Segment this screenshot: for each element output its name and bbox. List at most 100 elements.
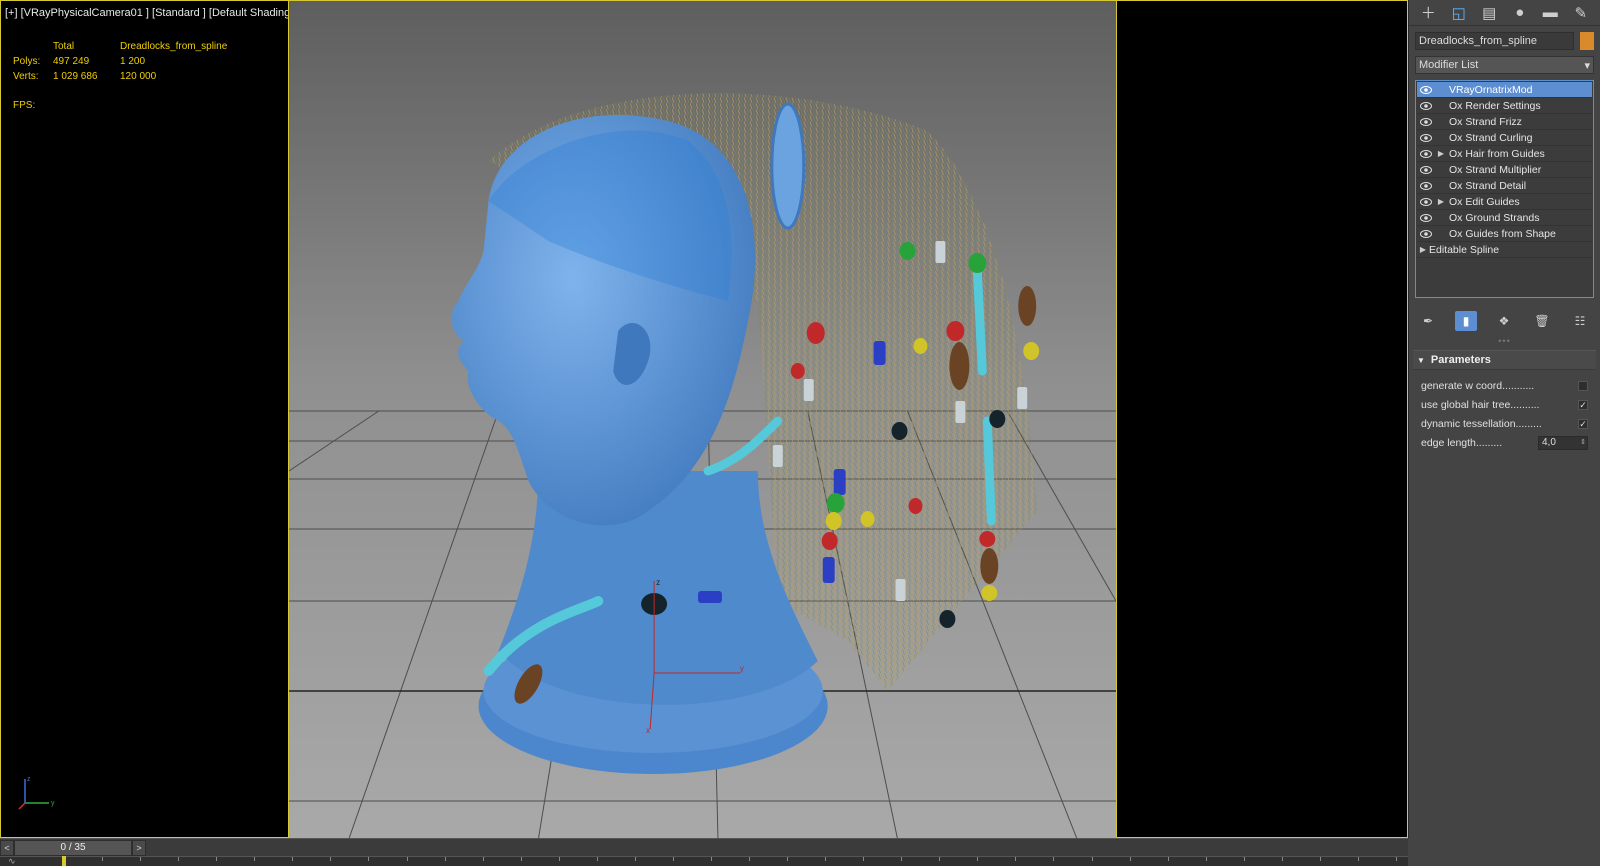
visibility-eye-icon[interactable] bbox=[1417, 117, 1435, 126]
expand-triangle-icon[interactable]: ▶ bbox=[1417, 245, 1429, 254]
modifier-vrayornatrixmod[interactable]: VRayOrnatrixMod bbox=[1417, 82, 1592, 98]
expand-triangle-icon[interactable]: ▶ bbox=[1435, 197, 1447, 206]
parameters-rollout: ▼ Parameters generate w coord...........… bbox=[1413, 350, 1596, 458]
viewport-label[interactable]: [+] [VRayPhysicalCamera01 ] [Standard ] … bbox=[5, 7, 296, 19]
modifier-ox-strand-detail[interactable]: Ox Strand Detail bbox=[1417, 178, 1592, 194]
stats-polys-object: 1 200 bbox=[120, 56, 146, 67]
modifier-ox-ground-strands[interactable]: Ox Ground Strands bbox=[1417, 210, 1592, 226]
track-tick bbox=[520, 857, 522, 861]
remove-modifier-icon[interactable]: 🗑 bbox=[1531, 311, 1553, 331]
pin-stack-icon[interactable]: ✒ bbox=[1417, 311, 1439, 331]
param-use-global-hair-tree-label: use global hair tree.......... bbox=[1421, 398, 1540, 411]
modifier-ox-edit-guides[interactable]: ▶ Ox Edit Guides bbox=[1417, 194, 1592, 210]
stats-header-total: Total bbox=[53, 41, 75, 52]
time-marker[interactable] bbox=[62, 856, 66, 866]
visibility-eye-icon[interactable] bbox=[1417, 165, 1435, 174]
modifier-ox-strand-multiplier[interactable]: Ox Strand Multiplier bbox=[1417, 162, 1592, 178]
track-tick bbox=[1091, 857, 1093, 861]
param-use-global-hair-tree: use global hair tree.......... ✓ bbox=[1421, 395, 1588, 414]
fps-label: FPS: bbox=[13, 100, 36, 111]
object-name-field[interactable]: Dreadlocks_from_spline bbox=[1415, 32, 1574, 50]
param-generate-w-coord: generate w coord........... bbox=[1421, 376, 1588, 395]
visibility-eye-icon[interactable] bbox=[1417, 213, 1435, 222]
track-tick bbox=[1243, 857, 1245, 861]
statistics-overlay: Total Dreadlocks_from_spline Polys: 497 … bbox=[13, 39, 240, 84]
visibility-eye-icon[interactable] bbox=[1417, 197, 1435, 206]
modifier-ox-render-settings[interactable]: Ox Render Settings bbox=[1417, 98, 1592, 114]
stack-toolbar: ✒ ▮ ❖ 🗑 ☷ bbox=[1417, 310, 1600, 332]
stats-verts-total: 1 029 686 bbox=[53, 71, 98, 82]
visibility-eye-icon[interactable] bbox=[1417, 149, 1435, 158]
param-edge-length-label: edge length......... bbox=[1421, 436, 1503, 449]
track-tick bbox=[254, 857, 256, 861]
utilities-icon[interactable]: ✎ bbox=[1569, 2, 1593, 24]
modifier-ox-strand-frizz[interactable]: Ox Strand Frizz bbox=[1417, 114, 1592, 130]
make-unique-icon[interactable]: ❖ bbox=[1493, 311, 1515, 331]
modifier-stack[interactable]: VRayOrnatrixMod Ox Render Settings Ox St… bbox=[1415, 80, 1594, 298]
viewport[interactable]: [+] [VRayPhysicalCamera01 ] [Standard ] … bbox=[0, 0, 1408, 839]
track-tick bbox=[1396, 857, 1397, 861]
svg-text:z: z bbox=[27, 776, 31, 783]
track-tick bbox=[787, 857, 789, 861]
motion-icon[interactable]: ● bbox=[1508, 2, 1532, 24]
expand-triangle-icon[interactable]: ▶ bbox=[1435, 149, 1447, 158]
dynamic-tessellation-checkbox[interactable]: ✓ bbox=[1578, 418, 1588, 429]
time-slider-bar: < 0 / 35 > bbox=[0, 838, 1408, 856]
track-tick bbox=[368, 857, 370, 861]
show-end-result-icon[interactable]: ▮ bbox=[1455, 311, 1477, 331]
param-edge-length: edge length......... 4,0 ⇕ bbox=[1421, 433, 1588, 452]
track-tick bbox=[1053, 857, 1055, 861]
prev-frame-button[interactable]: < bbox=[0, 839, 14, 856]
configure-modifier-sets-icon[interactable]: ☷ bbox=[1569, 311, 1591, 331]
modifier-editable-spline[interactable]: ▶ Editable Spline bbox=[1417, 242, 1592, 258]
next-frame-button[interactable]: > bbox=[132, 839, 146, 856]
create-icon[interactable]: ＋ bbox=[1416, 2, 1440, 24]
camera-safe-frame[interactable]: z y x bbox=[288, 1, 1117, 839]
track-bar[interactable] bbox=[0, 856, 1408, 866]
curve-editor-icon[interactable]: ∿ bbox=[8, 856, 16, 866]
modifier-ox-hair-from-guides[interactable]: ▶ Ox Hair from Guides bbox=[1417, 146, 1592, 162]
modify-icon[interactable]: ◱ bbox=[1447, 2, 1471, 24]
display-icon[interactable]: ▬ bbox=[1538, 2, 1562, 24]
stats-header-object: Dreadlocks_from_spline bbox=[120, 41, 228, 52]
time-slider[interactable]: 0 / 35 bbox=[14, 839, 132, 856]
3d-scene[interactable]: z y x bbox=[289, 1, 1116, 839]
world-axis-tripod-icon: z y bbox=[18, 776, 55, 810]
visibility-eye-icon[interactable] bbox=[1417, 101, 1435, 110]
object-color-swatch[interactable] bbox=[1580, 32, 1594, 50]
visibility-eye-icon[interactable] bbox=[1417, 85, 1435, 94]
spinner-arrows-icon[interactable]: ⇕ bbox=[1579, 437, 1587, 449]
track-tick bbox=[901, 857, 903, 861]
visibility-eye-icon[interactable] bbox=[1417, 229, 1435, 238]
visibility-eye-icon[interactable] bbox=[1417, 133, 1435, 142]
generate-w-coord-checkbox[interactable] bbox=[1578, 380, 1588, 391]
track-tick bbox=[406, 857, 408, 861]
track-tick bbox=[1129, 857, 1131, 861]
visibility-eye-icon[interactable] bbox=[1417, 181, 1435, 190]
param-dynamic-tessellation-label: dynamic tessellation......... bbox=[1421, 417, 1542, 430]
edge-length-spinner[interactable]: 4,0 ⇕ bbox=[1538, 435, 1588, 450]
track-tick bbox=[825, 857, 827, 861]
stats-verts-object: 120 000 bbox=[120, 71, 157, 82]
track-tick bbox=[216, 857, 218, 861]
modifier-list-dropdown[interactable]: Modifier List ▾ bbox=[1415, 56, 1594, 74]
modifier-list-label: Modifier List bbox=[1419, 59, 1479, 71]
command-panel-tabs: ＋ ◱ ▤ ● ▬ ✎ bbox=[1409, 0, 1600, 26]
track-tick bbox=[330, 857, 332, 861]
parameters-rollout-header[interactable]: ▼ Parameters bbox=[1413, 351, 1596, 369]
track-tick bbox=[710, 857, 712, 861]
modifier-ox-guides-from-shape[interactable]: Ox Guides from Shape bbox=[1417, 226, 1592, 242]
track-tick bbox=[672, 857, 674, 861]
hierarchy-icon[interactable]: ▤ bbox=[1477, 2, 1501, 24]
track-tick bbox=[1357, 857, 1359, 861]
modifier-ox-strand-curling[interactable]: Ox Strand Curling bbox=[1417, 130, 1592, 146]
param-generate-w-coord-label: generate w coord........... bbox=[1421, 379, 1535, 392]
track-tick bbox=[444, 857, 446, 861]
track-tick bbox=[482, 857, 484, 861]
track-tick bbox=[634, 857, 636, 861]
use-global-hair-tree-checkbox[interactable]: ✓ bbox=[1578, 399, 1588, 410]
panel-separator[interactable]: ••• bbox=[1409, 336, 1600, 346]
stats-polys-label: Polys: bbox=[13, 56, 41, 67]
hair-tie bbox=[770, 102, 806, 230]
track-tick bbox=[596, 857, 598, 861]
